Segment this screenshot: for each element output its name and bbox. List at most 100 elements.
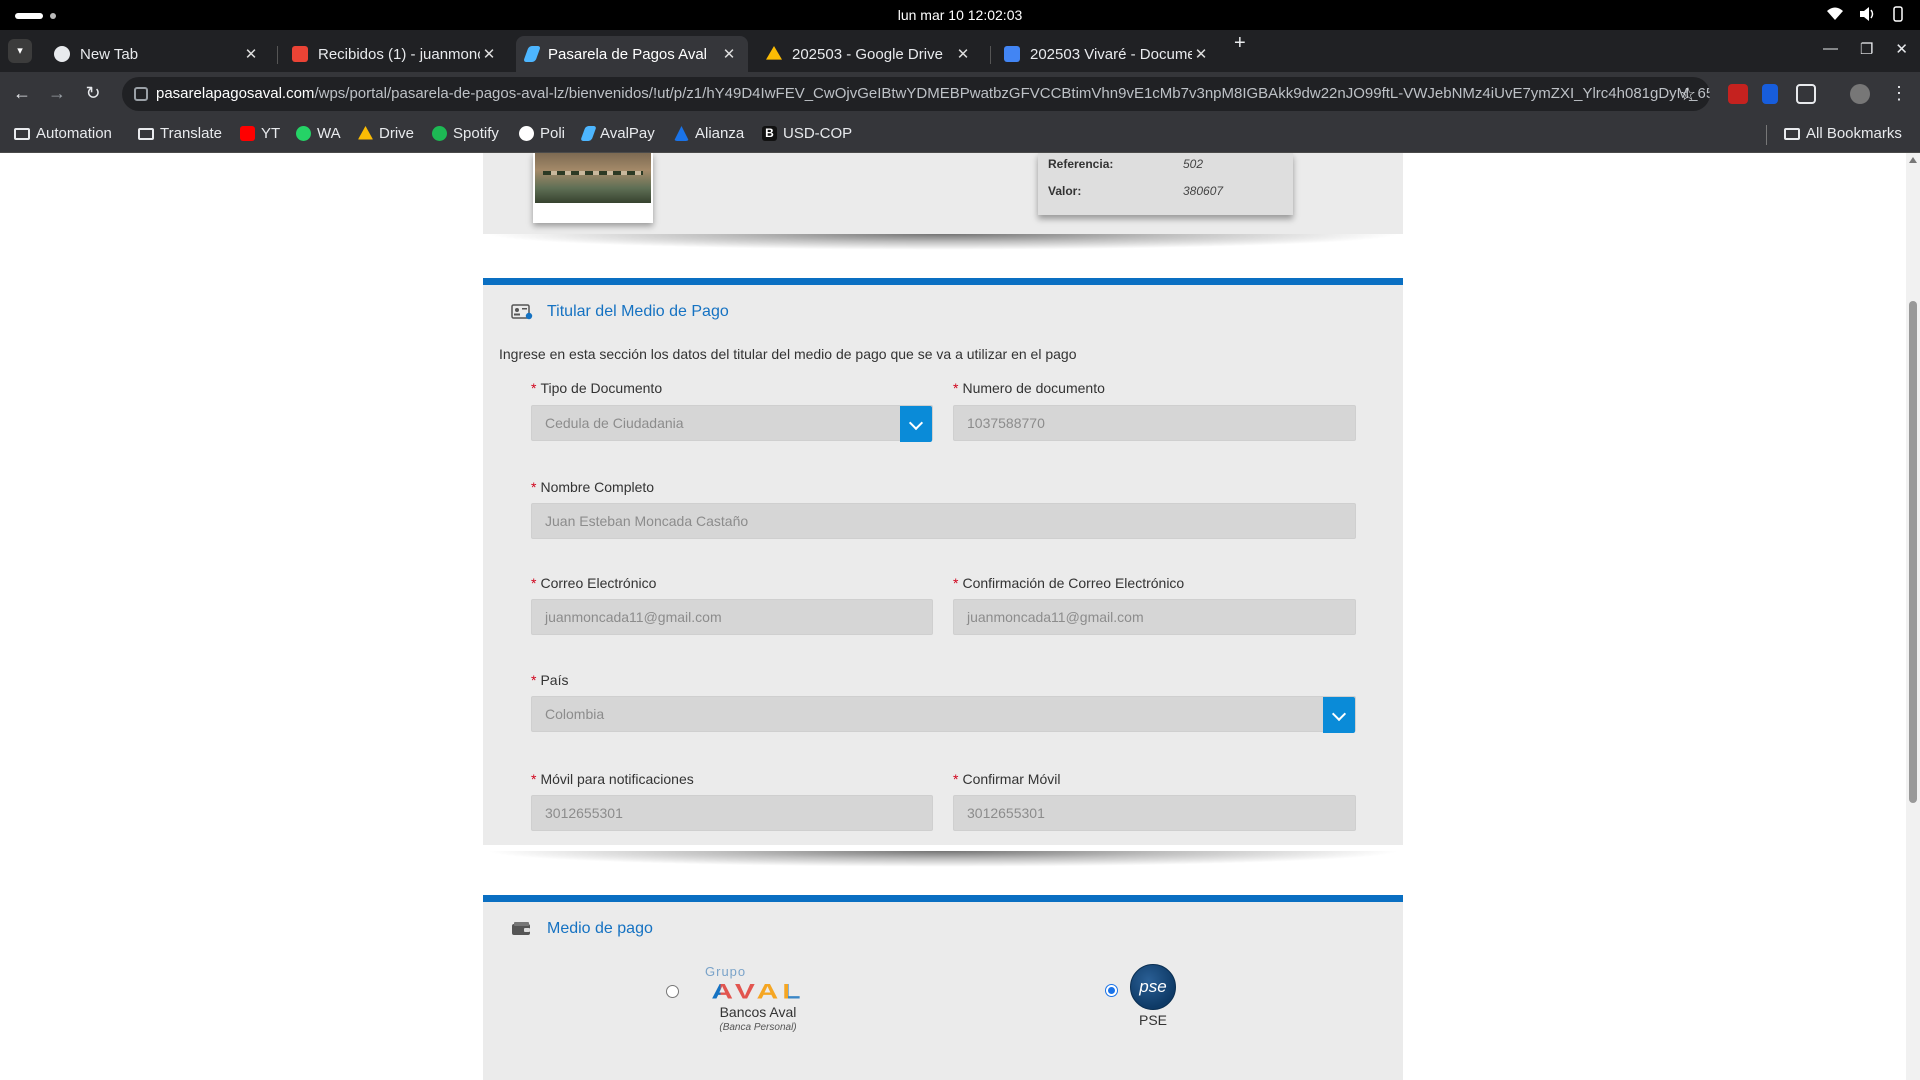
forward-button[interactable]: →	[46, 83, 68, 104]
medio-pago-title: Medio de pago	[547, 920, 653, 937]
close-window-icon[interactable]: ✕	[1895, 40, 1908, 58]
numero-documento-input[interactable]: 1037588770	[953, 405, 1356, 441]
bookmark-avalpay[interactable]: AvalPay	[580, 125, 655, 142]
close-icon[interactable]: ✕	[1192, 45, 1210, 63]
gmail-icon	[292, 46, 308, 62]
window-controls: — ❐ ✕	[1823, 40, 1908, 58]
correo-confirmacion-input[interactable]: juanmoncada11@gmail.com	[953, 599, 1356, 635]
grupo-aval-logo: Grupo AVAL	[683, 964, 833, 1006]
tab-pasarela-pagos-aval[interactable]: Pasarela de Pagos Aval ✕	[516, 36, 748, 72]
merchant-photo	[533, 153, 653, 223]
amount-value: 380607	[1183, 184, 1224, 198]
correo-input[interactable]: juanmoncada11@gmail.com	[531, 599, 933, 635]
tab-google-drive[interactable]: 202503 - Google Drive ✕	[756, 36, 982, 72]
pais-select[interactable]: Colombia	[531, 696, 1356, 733]
bookmark-usd-cop[interactable]: B USD-COP	[762, 125, 852, 142]
movil-label: * Móvil para notificaciones	[531, 771, 694, 787]
chrome-icon	[54, 46, 70, 62]
extension-mail-icon[interactable]	[1728, 84, 1748, 104]
bookmark-star-icon[interactable]: ☆	[1680, 77, 1696, 111]
movil-confirmacion-input[interactable]: 3012655301	[953, 795, 1356, 831]
drive-icon	[766, 46, 782, 60]
spotify-icon	[432, 126, 447, 141]
bitwarden-icon[interactable]	[1762, 84, 1778, 104]
chevron-down-icon[interactable]	[900, 406, 932, 442]
reference-value: 502	[1183, 157, 1204, 171]
reload-button[interactable]: ↻	[82, 83, 104, 104]
bookmarks-bar: Automation Translate YT WA Drive Spotify…	[0, 116, 1920, 153]
os-top-bar: lun mar 10 12:02:03	[0, 0, 1920, 30]
movil-confirmacion-label: * Confirmar Móvil	[953, 771, 1061, 787]
avalpay-icon	[523, 46, 541, 62]
close-icon[interactable]: ✕	[954, 45, 972, 63]
bancos-aval-option[interactable]: Grupo AVAL Bancos Aval (Banca Personal)	[683, 964, 833, 1033]
new-tab-button[interactable]: +	[1234, 32, 1246, 55]
alianza-icon	[674, 126, 689, 141]
extensions-puzzle-icon[interactable]	[1796, 84, 1816, 104]
bookmark-alianza[interactable]: Alianza	[674, 125, 744, 142]
system-tray[interactable]	[1826, 6, 1906, 22]
google-icon	[519, 126, 534, 141]
site-info-icon[interactable]	[134, 87, 148, 101]
close-icon[interactable]: ✕	[242, 45, 260, 63]
minimize-icon[interactable]: —	[1823, 40, 1838, 58]
bookmark-drive[interactable]: Drive	[358, 125, 414, 142]
bookmark-yt[interactable]: YT	[240, 125, 280, 142]
folder-icon	[138, 127, 154, 140]
page-content: Referencia: 502 Valor: 380607 Titular de…	[0, 153, 1920, 1080]
bancos-aval-radio[interactable]	[666, 985, 679, 998]
all-bookmarks[interactable]: All Bookmarks	[1784, 125, 1902, 142]
b-icon: B	[762, 126, 777, 141]
card-wallet-icon	[512, 922, 530, 935]
chevron-down-icon[interactable]	[1323, 697, 1355, 733]
address-bar[interactable]: pasarelapagosaval.com/wps/portal/pasarel…	[122, 77, 1710, 111]
chrome-menu-icon[interactable]: ⋮	[1888, 83, 1910, 104]
docs-icon	[1004, 46, 1020, 62]
volume-icon	[1860, 7, 1874, 21]
maximize-icon[interactable]: ❐	[1860, 40, 1873, 58]
close-icon[interactable]: ✕	[480, 45, 498, 63]
scroll-thumb[interactable]	[1909, 301, 1917, 803]
nombre-completo-label: * Nombre Completo	[531, 479, 655, 495]
pse-logo: pse	[1130, 964, 1176, 1010]
correo-label: * Correo Electrónico	[531, 575, 657, 591]
folder-icon	[1784, 127, 1800, 140]
tab-gmail[interactable]: Recibidos (1) - juanmoncada ✕	[282, 36, 508, 72]
nombre-completo-input[interactable]: Juan Esteban Moncada Castaño	[531, 503, 1356, 539]
bookmark-automation[interactable]: Automation	[14, 125, 112, 142]
tab-new-tab[interactable]: New Tab ✕	[44, 36, 270, 72]
bookmarks-separator	[1766, 125, 1767, 145]
power-icon	[1893, 6, 1903, 22]
avalpay-icon	[580, 126, 597, 141]
tab-search-button[interactable]: ▾	[8, 39, 32, 63]
whatsapp-icon	[296, 126, 311, 141]
titular-title: Titular del Medio de Pago	[547, 303, 729, 320]
system-clock[interactable]: lun mar 10 12:02:03	[0, 7, 1920, 23]
id-card-icon	[511, 304, 533, 320]
bookmark-translate[interactable]: Translate	[138, 125, 222, 142]
section-shadow	[483, 234, 1403, 250]
profile-avatar[interactable]	[1850, 84, 1870, 104]
numero-documento-label: * Numero de documento	[953, 380, 1105, 396]
movil-input[interactable]: 3012655301	[531, 795, 933, 831]
titular-header: Titular del Medio de Pago	[511, 303, 729, 321]
scroll-up-arrow[interactable]	[1909, 157, 1917, 163]
tab-google-docs[interactable]: 202503 Vivaré - Documen ✕	[994, 36, 1220, 72]
bookmark-poli[interactable]: Poli	[519, 125, 565, 142]
pse-radio[interactable]	[1105, 984, 1118, 997]
medio-pago-header: Medio de pago	[511, 920, 653, 938]
drive-icon	[358, 126, 373, 140]
close-icon[interactable]: ✕	[720, 45, 738, 63]
titular-section: Titular del Medio de Pago Ingrese en est…	[483, 278, 1403, 845]
tipo-documento-label: * Tipo de Documento	[531, 380, 663, 396]
folder-icon	[14, 127, 30, 140]
bookmark-wa[interactable]: WA	[296, 125, 341, 142]
medio-pago-section: Medio de pago Grupo AVAL Bancos Aval (Ba…	[483, 895, 1403, 1080]
wifi-icon	[1827, 7, 1843, 20]
tipo-documento-select[interactable]: Cedula de Ciudadania	[531, 405, 933, 442]
bookmark-spotify[interactable]: Spotify	[432, 125, 499, 142]
pse-option[interactable]: pse PSE	[1123, 964, 1183, 1028]
page-scrollbar[interactable]	[1906, 153, 1920, 1080]
back-button[interactable]: ←	[11, 83, 33, 104]
tab-separator	[277, 46, 278, 64]
